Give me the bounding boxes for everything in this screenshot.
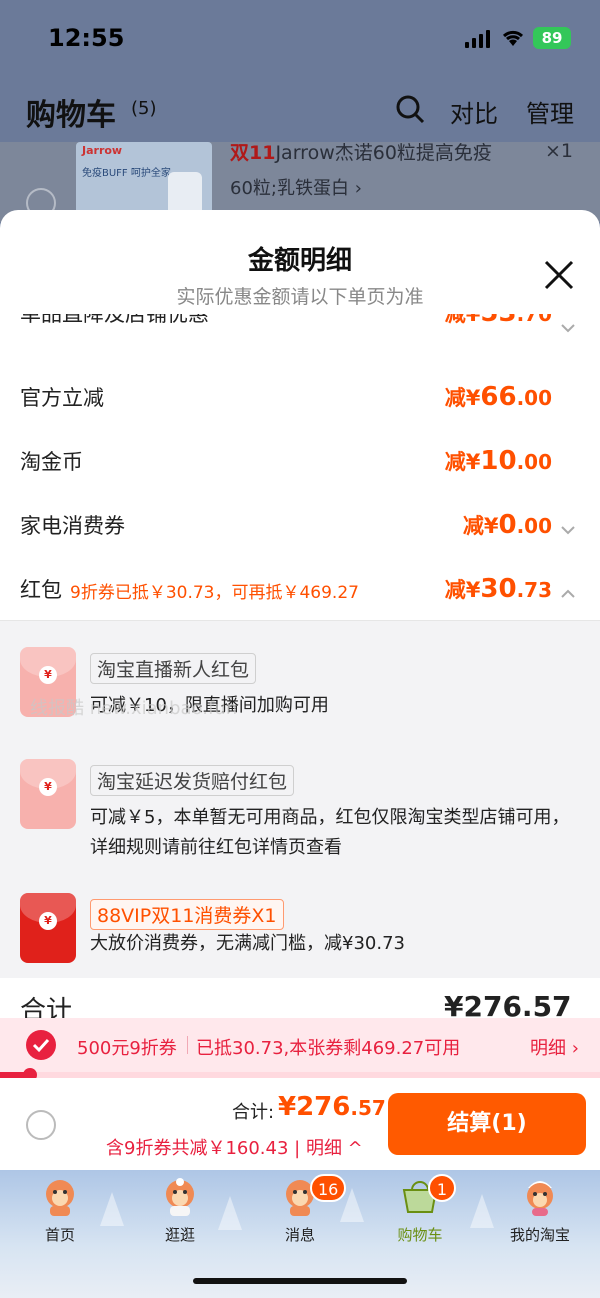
product-name[interactable]: 双11Jarrow杰诺60粒提高免疫 <box>230 138 492 165</box>
promo-tag: 双11 <box>230 142 276 164</box>
row-prefix: 减¥ <box>444 386 481 410</box>
red-packet-list: ¥ 淘宝直播新人红包 可减￥10，限直播间加购可用 ¥ 淘宝延迟发货赔付红包 可… <box>0 620 600 978</box>
total-price: ¥276.57 <box>278 1092 386 1122</box>
mascot-icon <box>166 1178 194 1216</box>
close-icon[interactable] <box>542 258 576 296</box>
row-amount: 0 <box>498 510 517 540</box>
product-thumbnail[interactable]: Jarrow 免疫BUFF 呵护全家 <box>76 142 212 216</box>
row-prefix: 减¥ <box>444 450 481 474</box>
sheet-subtitle: 实际优惠金额请以下单页为准 <box>176 286 424 308</box>
wifi-icon <box>500 26 526 52</box>
home-indicator <box>193 1278 407 1284</box>
tab-cart[interactable]: 1 购物车 <box>360 1170 480 1250</box>
manage-button[interactable]: 管理 <box>526 94 574 129</box>
tab-explore[interactable]: 逛逛 <box>120 1170 240 1250</box>
row-cents: .73 <box>516 578 552 602</box>
signal-icon <box>465 30 490 48</box>
message-badge: 16 <box>310 1174 347 1202</box>
coupon-tag: 淘宝延迟发货赔付红包 <box>90 765 295 796</box>
row-amount: 10 <box>480 446 517 476</box>
row-value: 减¥30.73 <box>445 574 552 604</box>
total-main: ¥276 <box>278 1092 351 1122</box>
coupon-tag: 淘宝直播新人红包 <box>90 653 257 684</box>
row-value: 减¥10.00 <box>445 446 552 476</box>
discount-summary[interactable]: 含9折券共减￥160.43 | 明细 ^ <box>106 1134 363 1160</box>
tab-label: 消息 <box>284 1226 315 1244</box>
row-label: 单品直降及店铺优惠 <box>20 314 209 326</box>
checkout-button[interactable]: 结算(1) <box>388 1093 586 1155</box>
detail-link: 明细 ^ <box>305 1138 363 1159</box>
compare-button[interactable]: 对比 <box>450 94 498 129</box>
sheet-title: 金额明细 <box>247 246 352 276</box>
page-title: 购物车 <box>26 98 116 133</box>
detail-row-taojinbi: 淘金币 减¥10.00 <box>0 432 600 492</box>
row-label: 官方立减 <box>20 386 104 410</box>
chevron-up-icon <box>561 584 575 603</box>
tab-messages[interactable]: 16 消息 <box>240 1170 360 1250</box>
coupon-desc: 大放价消费券，无满减门槛，减¥30.73 <box>90 933 405 954</box>
product-sku[interactable]: 60粒;乳铁蛋白 › <box>230 174 362 200</box>
coupon-promo-bar[interactable]: 500元9折券 已抵30.73,本张券剩469.27可用 明细 › <box>0 1018 600 1072</box>
chevron-down-icon <box>561 318 575 337</box>
row-cents: .70 <box>516 314 552 326</box>
row-amount: 30 <box>480 574 517 604</box>
row-prefix: 减¥ <box>444 578 481 602</box>
status-time: 12:55 <box>48 24 125 52</box>
cart-count: (5) <box>131 98 157 119</box>
row-prefix: 减¥ <box>444 314 481 326</box>
mascot-icon <box>46 1180 74 1216</box>
divider <box>187 1036 188 1054</box>
row-value: 减¥53.70 <box>445 314 552 328</box>
row-prefix: 减¥ <box>462 514 499 538</box>
row-cents: .00 <box>516 514 552 538</box>
status-bar: 12:55 89 <box>0 0 600 80</box>
tab-label: 首页 <box>44 1226 75 1244</box>
checkout-bar: 合计: ¥276.57 含9折券共减￥160.43 | 明细 ^ 结算(1) <box>0 1078 600 1170</box>
cart-header: 购物车 (5) 对比 管理 <box>0 80 600 142</box>
row-cents: .00 <box>516 386 552 410</box>
mascot-icon <box>527 1181 553 1216</box>
red-packet-hint: 9折券已抵￥30.73，可再抵￥469.27 <box>70 583 359 603</box>
coupon-name: 500元9折券 <box>77 1038 177 1059</box>
battery-icon: 89 <box>533 27 571 49</box>
red-packet-icon: ¥ <box>20 893 76 963</box>
check-icon[interactable] <box>26 1030 56 1060</box>
search-icon[interactable] <box>395 94 425 128</box>
row-value: 减¥66.00 <box>445 382 552 412</box>
detail-row-store-discount[interactable]: 单品直降及店铺优惠 减¥53.70 <box>0 314 600 344</box>
cart-badge: 1 <box>428 1174 456 1202</box>
tab-label: 我的淘宝 <box>509 1226 570 1244</box>
row-cents: .00 <box>516 450 552 474</box>
tab-my-taobao[interactable]: 我的淘宝 <box>480 1170 600 1250</box>
row-label: 红包 <box>20 578 62 602</box>
row-amount: 53 <box>480 314 516 328</box>
coupon-desc: 可减￥5，本单暂无可用商品，红包仅限淘宝类型店铺可用，详细规则请前往红包详情页查… <box>90 807 570 858</box>
tab-label: 逛逛 <box>164 1226 195 1244</box>
row-value: 减¥0.00 <box>463 510 552 540</box>
coupon-detail: 已抵30.73,本张券剩469.27可用 <box>196 1038 461 1059</box>
detail-row-official: 官方立减 减¥66.00 <box>0 368 600 428</box>
total-cents: .57 <box>350 1096 386 1120</box>
discount-text: 含9折券共减￥160.43 <box>106 1138 289 1159</box>
detail-link[interactable]: 明细 › <box>530 1034 579 1060</box>
detail-row-red-packet[interactable]: 红包 9折券已抵￥30.73，可再抵￥469.27 减¥30.73 <box>0 560 600 620</box>
watermark: 线报酷 new.xianbao.fun <box>30 698 238 719</box>
select-all-checkbox[interactable] <box>26 1110 56 1140</box>
total-label: 合计: <box>232 1102 275 1123</box>
tab-label: 购物车 <box>397 1226 443 1244</box>
row-label: 家电消费券 <box>20 514 125 538</box>
thumb-brand: Jarrow <box>82 144 123 157</box>
product-qty: ×1 <box>545 140 574 162</box>
thumb-text: 免疫BUFF 呵护全家 <box>82 168 171 179</box>
chevron-down-icon <box>561 520 575 539</box>
coupon-tag: 88VIP双11消费券X1 <box>90 899 284 930</box>
tab-home[interactable]: 首页 <box>0 1170 120 1250</box>
row-label: 淘金币 <box>20 450 83 474</box>
red-packet-icon: ¥ <box>20 759 76 829</box>
row-amount: 66 <box>480 382 517 412</box>
product-name-text: Jarrow杰诺60粒提高免疫 <box>275 142 492 164</box>
detail-row-appliance-coupon[interactable]: 家电消费券 减¥0.00 <box>0 496 600 556</box>
